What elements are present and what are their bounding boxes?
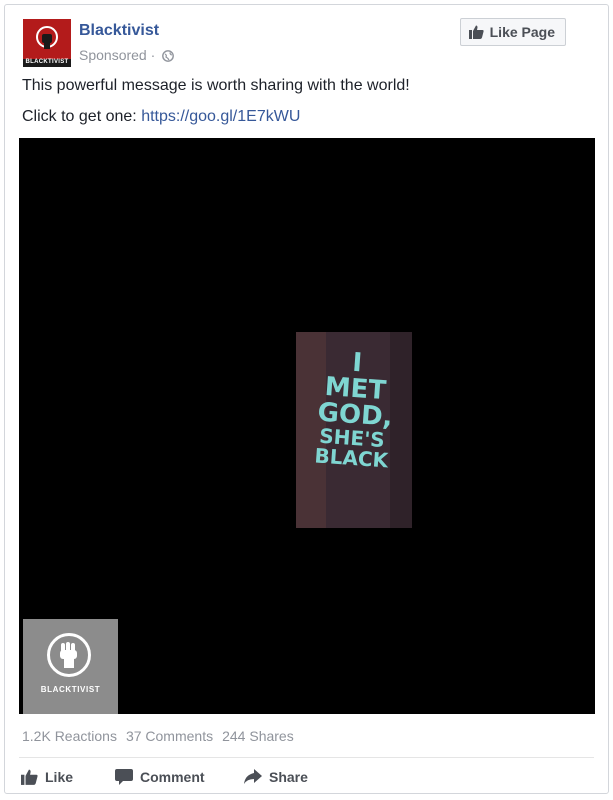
raised-fist-icon: [60, 642, 77, 668]
comment-button[interactable]: Comment: [115, 763, 244, 791]
globe-icon[interactable]: [162, 50, 175, 62]
post-image[interactable]: I MET GOD, SHE'S BLACK BLACKTIVIST: [19, 138, 595, 714]
brand-watermark: BLACKTIVIST: [23, 619, 118, 714]
shares-count[interactable]: 244 Shares: [222, 728, 294, 744]
watermark-label: BLACKTIVIST: [40, 685, 101, 694]
fist-logo-icon: [36, 26, 58, 49]
share-arrow-icon: [244, 769, 262, 784]
page-avatar[interactable]: BLACKTIVIST: [23, 19, 71, 67]
comments-count[interactable]: 37 Comments: [126, 728, 213, 744]
post-message: This powerful message is worth sharing w…: [22, 77, 410, 94]
like-button[interactable]: Like: [21, 763, 115, 791]
post-actions: Like Comment Share: [21, 763, 334, 791]
thumbs-up-icon: [21, 769, 38, 785]
comment-label: Comment: [140, 769, 205, 785]
like-page-button[interactable]: Like Page: [459, 18, 566, 46]
page-name-link[interactable]: Blacktivist: [79, 22, 159, 40]
cta-prefix: Click to get one:: [22, 108, 137, 125]
cta-link[interactable]: https://goo.gl/1E7kWU: [141, 108, 300, 125]
like-label: Like: [45, 769, 74, 785]
shirt-line-5: BLACK: [313, 443, 389, 473]
like-page-label: Like Page: [489, 24, 555, 40]
sponsored-post: BLACKTIVIST Blacktivist Sponsored · Like…: [4, 4, 609, 794]
engagement-stats: 1.2K Reactions 37 Comments 244 Shares: [22, 728, 294, 744]
avatar-label: BLACKTIVIST: [25, 59, 69, 65]
comment-bubble-icon: [115, 769, 133, 785]
sponsored-label: Sponsored ·: [79, 47, 175, 63]
shirt-photo: I MET GOD, SHE'S BLACK: [296, 332, 412, 528]
post-cta: Click to get one: https://goo.gl/1E7kWU: [22, 108, 300, 126]
shirt-slogan: I MET GOD, SHE'S BLACK: [313, 348, 394, 473]
sponsored-text: Sponsored ·: [79, 47, 156, 63]
reactions-count[interactable]: 1.2K Reactions: [22, 728, 117, 744]
share-button[interactable]: Share: [244, 763, 334, 791]
thumbs-up-icon: [468, 25, 484, 39]
share-label: Share: [269, 769, 308, 785]
actions-divider: [19, 757, 594, 758]
